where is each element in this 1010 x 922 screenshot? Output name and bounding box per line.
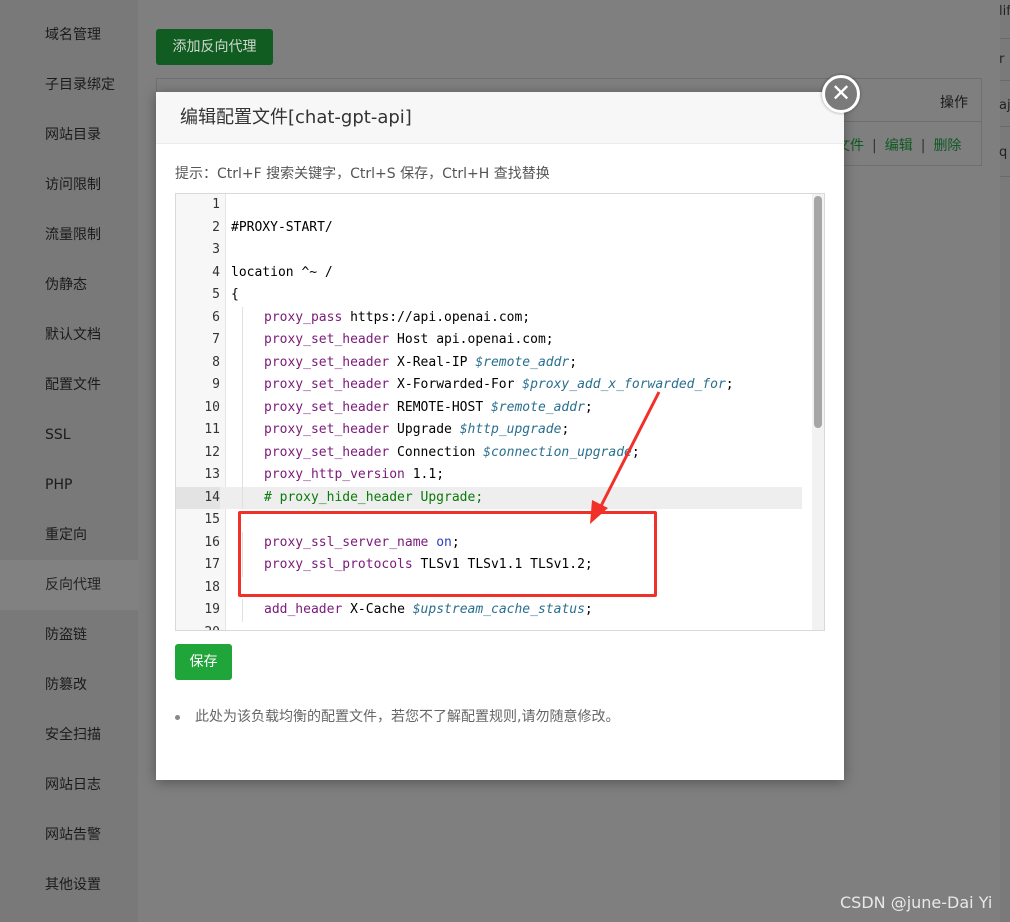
watermark: CSDN @june-Dai Yi xyxy=(840,893,993,912)
annotation-arrow-icon xyxy=(590,391,661,524)
